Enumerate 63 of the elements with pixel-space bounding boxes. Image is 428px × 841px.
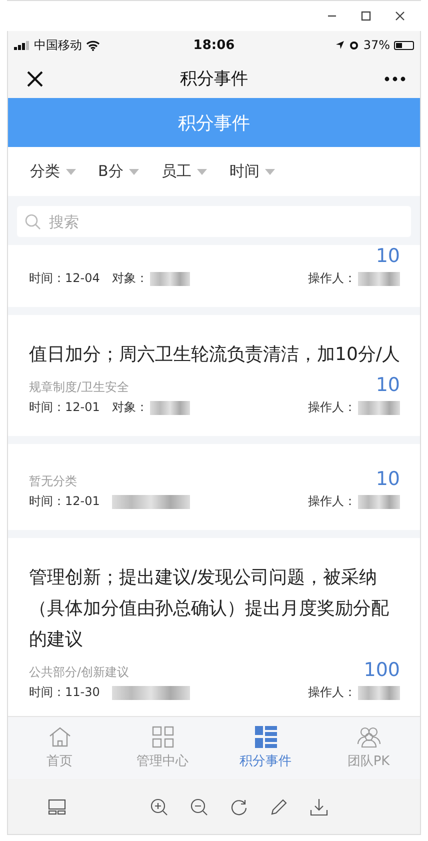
download-icon[interactable] [310,798,328,816]
grid-icon [152,726,174,748]
event-category: 规章制度/卫生安全 [29,379,130,396]
target-label: 对象： [112,270,148,287]
battery-percent: 37% [363,38,390,52]
battery-icon [394,40,414,50]
event-title: 值日加分；周六卫生轮流负责清洁，加10分/人 [29,343,400,367]
zoom-out-icon[interactable] [190,798,208,816]
close-icon[interactable] [395,11,405,21]
more-icon[interactable] [384,76,406,82]
home-icon [48,726,72,748]
event-category: 公共部分/创新建议 [29,664,130,681]
clock-time: 18:06 [193,38,235,52]
event-score: 100 [364,659,400,681]
operator-label: 操作人： [308,270,356,287]
event-card[interactable]: 值日加分；周六卫生轮流负责清洁，加10分/人 规章制度/卫生安全 10 时间：12-01 对象： 操作人： [8,315,420,436]
filter-dropdown[interactable]: 员工 [161,162,208,181]
operator-label: 操作人： [308,684,356,701]
event-time: 时间：12-01 [29,399,100,416]
caret-icon [197,168,208,174]
caret-icon [265,168,276,174]
location-icon [335,40,346,50]
blurred-text [358,686,400,700]
carrier-name: 中国移动 [34,36,82,54]
pencil-icon[interactable] [270,798,288,816]
event-card[interactable]: 暂无分类 10 时间：12-01 操作人： [8,444,420,530]
maximize-icon[interactable] [361,11,371,21]
event-score: 10 [376,374,400,396]
event-score: 10 [376,245,400,267]
blurred-text [358,494,400,508]
target-label: 对象： [112,399,148,416]
filter-dropdown[interactable]: 分类 [30,162,76,181]
tab-item[interactable]: 积分事件 [214,717,317,779]
search-field[interactable]: 搜索 [17,206,411,237]
blurred-text [358,272,400,286]
event-time: 时间：11-30 [29,684,100,701]
rotate-icon[interactable] [230,798,248,816]
event-score: 10 [376,468,400,490]
list-icon [254,726,276,748]
caret-icon [129,168,140,174]
blurred-text [150,400,190,414]
blurred-text [150,272,190,286]
event-card[interactable]: 10 时间：12-04 对象： 操作人： [8,245,420,307]
layout-icon[interactable] [48,798,66,814]
wifi-icon [86,40,100,50]
close-icon[interactable] [26,70,44,88]
event-time: 时间：12-04 [29,270,100,287]
caret-icon [66,168,76,174]
operator-label: 操作人： [308,399,356,416]
filter-dropdown[interactable]: 时间 [229,162,276,181]
event-category: 暂无分类 [29,473,77,490]
event-title: 管理创新；提出建议/发现公司问题，被采纳（具体加分值由孙总确认）提出月度奖励分配的建议 [29,566,390,652]
filter-dropdown[interactable]: B分 [98,162,140,181]
page-title: 积分事件 [180,68,248,90]
header-title: 积分事件 [178,112,250,134]
signal-icon [14,40,30,50]
event-time: 时间：12-01 [29,493,100,510]
search-icon [25,214,41,230]
event-card[interactable]: 管理创新；提出建议/发现公司问题，被采纳（具体加分值由孙总确认）提出月度奖励分配的建议 公共部分/创新建议 100 时间：11-30 操作人： [8,538,420,716]
team-icon [356,726,380,748]
blurred-text [358,400,400,414]
operator-label: 操作人： [308,493,356,510]
zoom-in-icon[interactable] [150,798,168,816]
